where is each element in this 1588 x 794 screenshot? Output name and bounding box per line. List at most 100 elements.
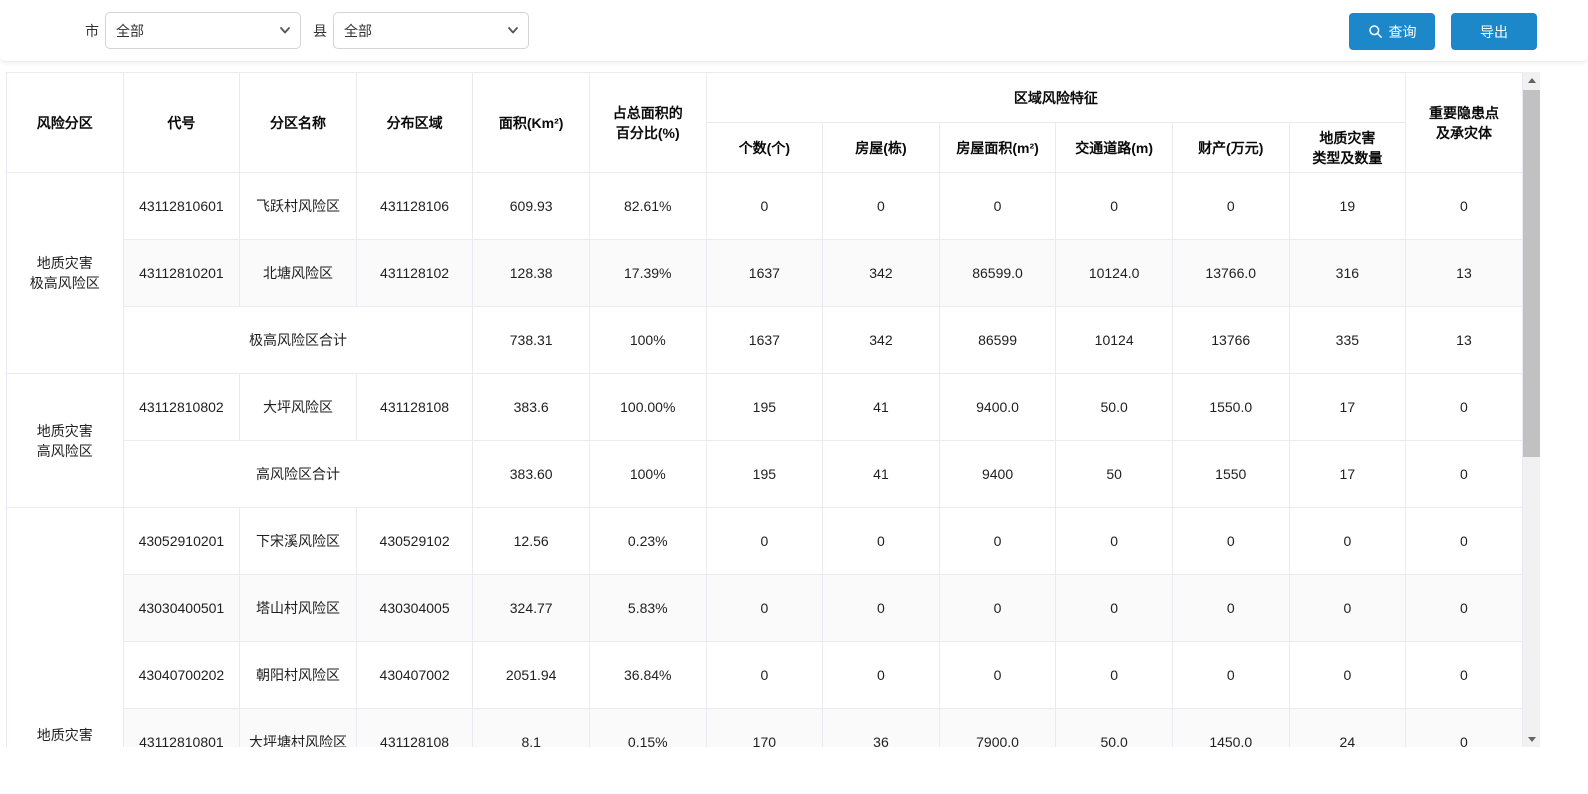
cell-cnt: 170 <box>706 709 823 748</box>
table-row: 地质灾害极高风险区43112810601飞跃村风险区431128106609.9… <box>7 173 1523 240</box>
cell-types: 0 <box>1289 508 1406 575</box>
cell-code: 43112810802 <box>123 374 240 441</box>
cell-hazards: 0 <box>1406 642 1523 709</box>
subtotal-cell-pct: 100% <box>589 441 706 508</box>
subtotal-cell-house_area: 9400 <box>939 441 1056 508</box>
cell-dist: 431128108 <box>356 374 473 441</box>
header-area: 面积(Km²) <box>473 73 590 173</box>
subtotal-cell-pct: 100% <box>589 307 706 374</box>
cell-property: 0 <box>1172 508 1289 575</box>
scroll-up-button[interactable] <box>1523 72 1540 88</box>
county-select[interactable]: 全部 <box>333 12 529 49</box>
header-distribution-area: 分布区域 <box>356 73 473 173</box>
city-select-wrap: 全部 <box>105 12 301 49</box>
cell-dist: 431128108 <box>356 709 473 748</box>
city-select[interactable]: 全部 <box>105 12 301 49</box>
cell-pct: 0.23% <box>589 508 706 575</box>
cell-name: 北塘风险区 <box>240 240 357 307</box>
vertical-scrollbar[interactable] <box>1523 72 1540 747</box>
cell-cnt: 1637 <box>706 240 823 307</box>
filter-bar: 市 全部 县 全部 查询 导出 <box>0 0 1588 62</box>
scroll-down-button[interactable] <box>1523 731 1540 747</box>
cell-name: 大坪塘村风险区 <box>240 709 357 748</box>
cell-code: 43030400501 <box>123 575 240 642</box>
header-percent: 占总面积的百分比(%) <box>589 73 706 173</box>
subtotal-cell-houses: 342 <box>823 307 940 374</box>
subtotal-row: 高风险区合计383.60100%195419400501550170 <box>7 441 1523 508</box>
header-zone-name: 分区名称 <box>240 73 357 173</box>
subtotal-label: 极高风险区合计 <box>123 307 473 374</box>
cell-code: 43112810801 <box>123 709 240 748</box>
cell-area: 128.38 <box>473 240 590 307</box>
cell-name: 飞跃村风险区 <box>240 173 357 240</box>
cell-hazards: 0 <box>1406 709 1523 748</box>
table-body: 地质灾害极高风险区43112810601飞跃村风险区431128106609.9… <box>7 173 1523 748</box>
subtotal-cell-house_area: 86599 <box>939 307 1056 374</box>
cell-roads: 10124.0 <box>1056 240 1173 307</box>
scroll-down-icon <box>1528 737 1536 742</box>
subtotal-label: 高风险区合计 <box>123 441 473 508</box>
cell-roads: 50.0 <box>1056 374 1173 441</box>
cell-area: 383.6 <box>473 374 590 441</box>
cell-code: 43052910201 <box>123 508 240 575</box>
header-roads: 交通道路(m) <box>1056 123 1173 173</box>
cell-roads: 50.0 <box>1056 709 1173 748</box>
county-label: 县 <box>313 21 327 41</box>
query-button[interactable]: 查询 <box>1349 13 1435 50</box>
cell-name: 朝阳村风险区 <box>240 642 357 709</box>
risk-zone-table: 风险分区 代号 分区名称 分布区域 面积(Km²) 占总面积的百分比(%) 区域… <box>6 72 1523 747</box>
table-row: 43112810201北塘风险区431128102128.3817.39%163… <box>7 240 1523 307</box>
header-count: 个数(个) <box>706 123 823 173</box>
header-code: 代号 <box>123 73 240 173</box>
cell-houses: 0 <box>823 173 940 240</box>
cell-name: 塔山村风险区 <box>240 575 357 642</box>
risk-zone-group-cell: 地质灾害高风险区 <box>7 374 124 508</box>
cell-dist: 431128102 <box>356 240 473 307</box>
subtotal-cell-hazards: 0 <box>1406 441 1523 508</box>
cell-house_area: 7900.0 <box>939 709 1056 748</box>
cell-area: 609.93 <box>473 173 590 240</box>
cell-pct: 100.00% <box>589 374 706 441</box>
subtotal-cell-houses: 41 <box>823 441 940 508</box>
action-buttons: 查询 导出 <box>1349 13 1537 50</box>
cell-property: 1550.0 <box>1172 374 1289 441</box>
cell-houses: 36 <box>823 709 940 748</box>
subtotal-row: 极高风险区合计738.31100%16373428659910124137663… <box>7 307 1523 374</box>
export-button[interactable]: 导出 <box>1451 13 1537 50</box>
cell-pct: 82.61% <box>589 173 706 240</box>
cell-property: 0 <box>1172 575 1289 642</box>
subtotal-cell-area: 738.31 <box>473 307 590 374</box>
cell-hazards: 0 <box>1406 173 1523 240</box>
cell-pct: 5.83% <box>589 575 706 642</box>
cell-area: 2051.94 <box>473 642 590 709</box>
cell-houses: 0 <box>823 575 940 642</box>
header-regional-risk-features: 区域风险特征 <box>706 73 1406 123</box>
cell-code: 43112810201 <box>123 240 240 307</box>
cell-hazards: 0 <box>1406 508 1523 575</box>
cell-roads: 0 <box>1056 642 1173 709</box>
risk-zone-table-panel: 风险分区 代号 分区名称 分布区域 面积(Km²) 占总面积的百分比(%) 区域… <box>6 72 1540 747</box>
cell-dist: 430304005 <box>356 575 473 642</box>
cell-area: 12.56 <box>473 508 590 575</box>
table-row: 43040700202朝阳村风险区4304070022051.9436.84%0… <box>7 642 1523 709</box>
cell-name: 大坪风险区 <box>240 374 357 441</box>
cell-property: 0 <box>1172 173 1289 240</box>
cell-code: 43040700202 <box>123 642 240 709</box>
header-key-hazards: 重要隐患点及承灾体 <box>1406 73 1523 173</box>
cell-houses: 342 <box>823 240 940 307</box>
export-button-label: 导出 <box>1480 22 1508 42</box>
subtotal-cell-cnt: 195 <box>706 441 823 508</box>
cell-types: 24 <box>1289 709 1406 748</box>
cell-house_area: 86599.0 <box>939 240 1056 307</box>
cell-name: 下宋溪风险区 <box>240 508 357 575</box>
cell-types: 0 <box>1289 575 1406 642</box>
header-property: 财产(万元) <box>1172 123 1289 173</box>
subtotal-cell-cnt: 1637 <box>706 307 823 374</box>
scrollbar-thumb[interactable] <box>1523 90 1540 457</box>
cell-area: 8.1 <box>473 709 590 748</box>
cell-pct: 17.39% <box>589 240 706 307</box>
subtotal-cell-types: 17 <box>1289 441 1406 508</box>
header-disaster-types: 地质灾害类型及数量 <box>1289 123 1406 173</box>
header-house-area: 房屋面积(m²) <box>939 123 1056 173</box>
header-risk-zone: 风险分区 <box>7 73 124 173</box>
